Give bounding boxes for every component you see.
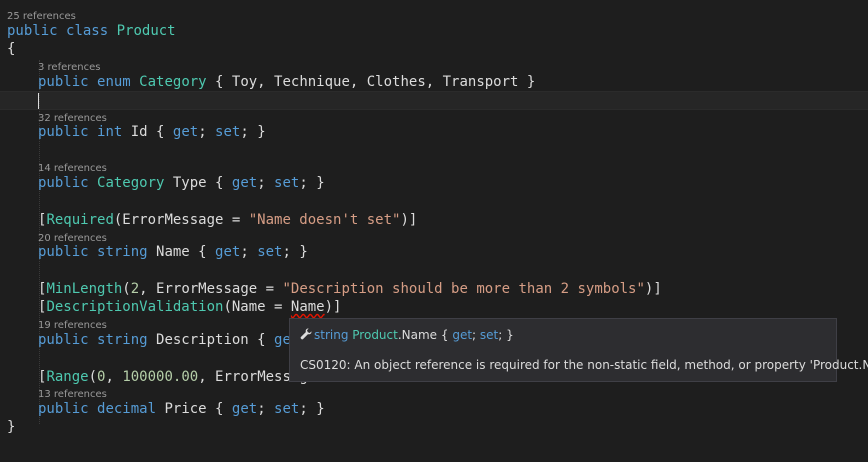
keyword: public	[38, 332, 89, 348]
keyword: public	[7, 23, 58, 39]
punctuation: ; }	[240, 124, 266, 140]
keyword: get	[231, 175, 258, 191]
attribute-name: Required	[46, 212, 114, 228]
tooltip-signature: string Product.Name { get; set; }	[300, 327, 514, 343]
code-line-name-property: public string Name { get; set; }	[38, 243, 308, 261]
code-line-class-declaration: public class Product	[7, 22, 176, 40]
keyword: class	[66, 23, 109, 39]
punctuation: (	[88, 369, 98, 385]
code-editor[interactable]: 25 references public class Product { 3 r…	[0, 0, 868, 462]
keyword: public	[38, 244, 89, 260]
keyword: public	[38, 74, 89, 90]
number-literal: 100000.00	[122, 369, 199, 385]
keyword: string	[97, 244, 148, 260]
code-line-id-property: public int Id { get; set; }	[38, 123, 266, 141]
property-name: Description {	[147, 332, 275, 348]
property-name: Id {	[122, 124, 173, 140]
code-line-range-attribute: [Range(0, 100000.00, ErrorMessag	[38, 368, 308, 386]
string-literal: "Description should be more than 2 symbo…	[282, 281, 645, 297]
tooltip-accessor-end: ; }	[498, 328, 514, 342]
attribute-name: MinLength	[46, 281, 123, 297]
punctuation: ; }	[299, 175, 325, 191]
code-line-type-property: public Category Type { get; set; }	[38, 174, 325, 192]
enum-body: { Toy, Technique, Clothes, Transport }	[206, 74, 536, 90]
punctuation: ;	[257, 401, 275, 417]
code-line-open-brace: {	[7, 40, 15, 58]
keyword: int	[97, 124, 123, 140]
keyword: public	[38, 401, 89, 417]
attribute-name: Range	[46, 369, 89, 385]
tooltip-get-keyword: get	[452, 328, 473, 342]
punctuation: (	[122, 281, 131, 297]
punctuation: (Name =	[223, 299, 291, 315]
keyword: string	[97, 332, 148, 348]
keyword: set	[274, 175, 300, 191]
punctuation: )]	[400, 212, 418, 228]
code-line-required-attribute: [Required(ErrorMessage = "Name doesn't s…	[38, 211, 417, 229]
punctuation: ; }	[282, 244, 308, 260]
code-line-price-property: public decimal Price { get; set; }	[38, 400, 325, 418]
tooltip-class-name: Product	[352, 328, 398, 342]
keyword: get	[172, 124, 199, 140]
code-line-descriptionvalidation-attribute: [DescriptionValidation(Name = Name)]	[38, 298, 341, 316]
attribute-name: DescriptionValidation	[46, 299, 224, 315]
string-literal: "Name doesn't set"	[248, 212, 401, 228]
keyword: public	[38, 175, 89, 191]
quick-info-tooltip[interactable]: string Product.Name { get; set; } CS0120…	[289, 318, 868, 382]
punctuation: ; }	[299, 401, 325, 417]
punctuation: ;	[257, 175, 275, 191]
punctuation: )]	[644, 281, 662, 297]
code-line-close-brace: }	[7, 418, 15, 436]
current-line-highlight	[0, 91, 868, 110]
number-literal: 2	[130, 281, 140, 297]
close-brace: }	[7, 419, 16, 435]
tooltip-set-keyword: set	[479, 328, 499, 342]
enum-name: Category	[139, 74, 207, 90]
keyword: get	[231, 401, 258, 417]
tooltip-accessor-punct: ;	[472, 328, 480, 342]
keyword: enum	[97, 74, 131, 90]
keyword: set	[274, 401, 300, 417]
property-name: Type {	[164, 175, 232, 191]
wrench-icon	[300, 327, 314, 343]
property-name: Price {	[156, 401, 232, 417]
punctuation: ,	[105, 369, 123, 385]
property-name: Name {	[147, 244, 216, 260]
tooltip-type-keyword: string	[314, 328, 349, 342]
code-line-description-property: public string Description { get;	[38, 331, 308, 349]
type-name: Category	[97, 175, 165, 191]
punctuation: ;	[198, 124, 216, 140]
code-line-minlength-attribute: [MinLength(2, ErrorMessage = "Descriptio…	[38, 280, 662, 298]
class-name: Product	[116, 23, 176, 39]
tooltip-accessor-brace: {	[437, 328, 453, 342]
keyword: decimal	[97, 401, 157, 417]
punctuation: ;	[240, 244, 258, 260]
error-squiggle-name[interactable]: Name	[291, 299, 325, 315]
punctuation: )]	[324, 299, 342, 315]
tooltip-error-message: CS0120: An object reference is required …	[300, 358, 868, 372]
tooltip-member-name: .Name	[397, 328, 438, 342]
keyword: get	[215, 244, 241, 260]
punctuation: , ErrorMessage =	[139, 281, 283, 297]
keyword: set	[215, 124, 241, 140]
punctuation: (ErrorMessage =	[113, 212, 249, 228]
keyword: public	[38, 124, 89, 140]
open-brace: {	[7, 41, 16, 57]
code-line-enum-category: public enum Category { Toy, Technique, C…	[38, 73, 535, 91]
keyword: set	[257, 244, 283, 260]
